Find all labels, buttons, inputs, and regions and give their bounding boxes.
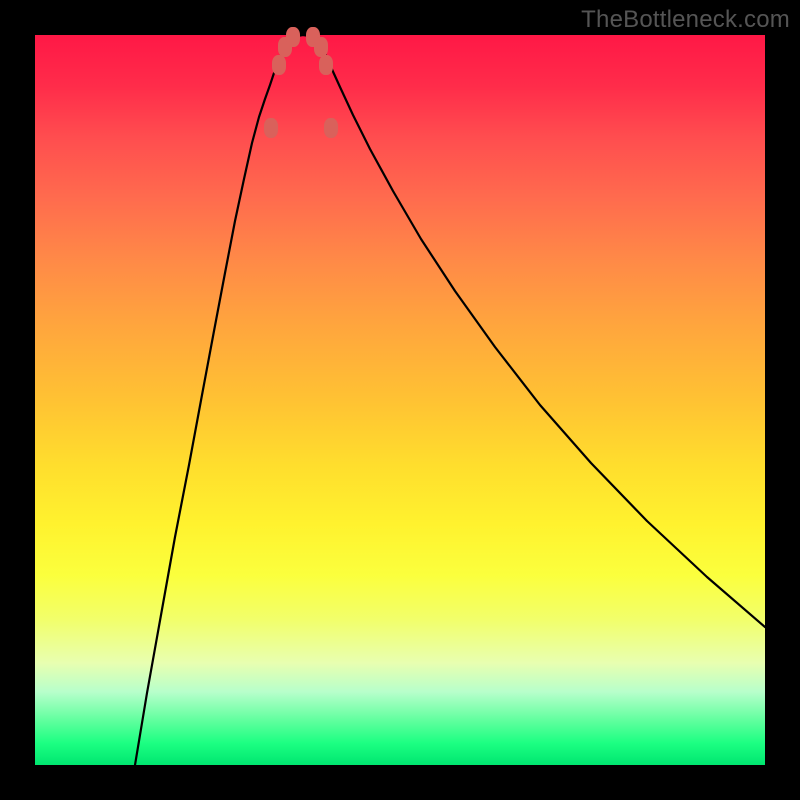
bottleneck-curve — [135, 35, 765, 765]
curve-marker — [286, 27, 300, 47]
curve-marker — [324, 118, 338, 138]
curve-marker — [319, 55, 333, 75]
curve-group — [135, 35, 765, 765]
curve-overlay — [35, 35, 765, 765]
watermark-text: TheBottleneck.com — [581, 6, 790, 34]
marker-group — [264, 27, 338, 138]
curve-marker — [272, 55, 286, 75]
curve-marker — [314, 37, 328, 57]
chart-frame: TheBottleneck.com — [0, 0, 800, 800]
curve-marker — [264, 118, 278, 138]
